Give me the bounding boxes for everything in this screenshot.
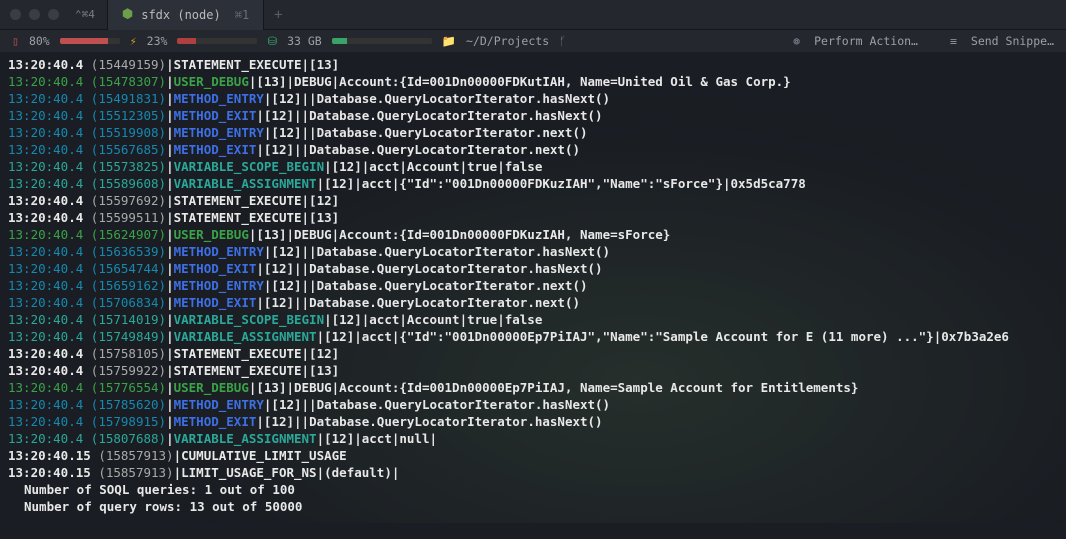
battery-bar bbox=[60, 38, 120, 44]
log-line: 13:20:40.4 (15785620)|METHOD_ENTRY|[12]|… bbox=[8, 396, 1058, 413]
cpu-pct: 23% bbox=[147, 34, 168, 48]
log-line: 13:20:40.4 (15776554)|USER_DEBUG|[13]|DE… bbox=[8, 379, 1058, 396]
zoom-icon[interactable] bbox=[48, 9, 59, 20]
menu-icon: ≡ bbox=[950, 34, 957, 48]
perform-action-link[interactable]: Perform Action… bbox=[814, 34, 918, 48]
node-icon: ⬢ bbox=[122, 7, 133, 22]
log-line: 13:20:40.4 (15714019)|VARIABLE_SCOPE_BEG… bbox=[8, 311, 1058, 328]
log-line: 13:20:40.4 (15758105)|STATEMENT_EXECUTE|… bbox=[8, 345, 1058, 362]
log-line: 13:20:40.15 (15857913)|CUMULATIVE_LIMIT_… bbox=[8, 447, 1058, 464]
log-line: 13:20:40.4 (15659162)|METHOD_ENTRY|[12]|… bbox=[8, 277, 1058, 294]
log-line: 13:20:40.4 (15512305)|METHOD_EXIT|[12]||… bbox=[8, 107, 1058, 124]
disk-bar bbox=[332, 38, 432, 44]
close-icon[interactable] bbox=[10, 9, 21, 20]
log-line: 13:20:40.4 (15706834)|METHOD_EXIT|[12]||… bbox=[8, 294, 1058, 311]
log-line: 13:20:40.4 (15449159)|STATEMENT_EXECUTE|… bbox=[8, 56, 1058, 73]
tab-shortcut: ⌘1 bbox=[235, 8, 249, 22]
log-line: 13:20:40.4 (15654744)|METHOD_EXIT|[12]||… bbox=[8, 260, 1058, 277]
log-line: 13:20:40.4 (15573825)|VARIABLE_SCOPE_BEG… bbox=[8, 158, 1058, 175]
window-controls[interactable] bbox=[10, 9, 59, 20]
new-tab-button[interactable]: + bbox=[274, 7, 282, 23]
log-line: 13:20:40.4 (15599511)|STATEMENT_EXECUTE|… bbox=[8, 209, 1058, 226]
titlebar-shortcut: ⌃⌘4 bbox=[75, 8, 95, 21]
battery-pct: 80% bbox=[29, 34, 50, 48]
log-line: 13:20:40.4 (15798915)|METHOD_EXIT|[12]||… bbox=[8, 413, 1058, 430]
log-line: 13:20:40.4 (15759922)|STATEMENT_EXECUTE|… bbox=[8, 362, 1058, 379]
folder-icon: 📁 bbox=[442, 34, 456, 48]
log-line: 13:20:40.4 (15807688)|VARIABLE_ASSIGNMEN… bbox=[8, 430, 1058, 447]
log-line: 13:20:40.4 (15624907)|USER_DEBUG|[13]|DE… bbox=[8, 226, 1058, 243]
cpu-bar bbox=[177, 38, 257, 44]
limit-line: Number of SOQL queries: 1 out of 100 bbox=[8, 481, 1058, 498]
tab-sfdx[interactable]: ⬢ sfdx (node) ⌘1 bbox=[107, 0, 264, 30]
log-line: 13:20:40.4 (15597692)|STATEMENT_EXECUTE|… bbox=[8, 192, 1058, 209]
battery-icon: ▯ bbox=[12, 34, 19, 48]
branch-icon: ᚶ bbox=[559, 34, 566, 48]
disk-size: 33 GB bbox=[287, 34, 322, 48]
tab-label: sfdx (node) bbox=[141, 8, 220, 22]
disk-icon: ⛁ bbox=[267, 34, 277, 48]
log-line: 13:20:40.15 (15857913)|LIMIT_USAGE_FOR_N… bbox=[8, 464, 1058, 481]
gear-icon: ⊚ bbox=[793, 34, 800, 48]
terminal-output[interactable]: 13:20:40.4 (15449159)|STATEMENT_EXECUTE|… bbox=[0, 52, 1066, 523]
lightning-icon: ⚡ bbox=[130, 34, 137, 48]
send-snippet-link[interactable]: Send Snippe… bbox=[971, 34, 1054, 48]
log-line: 13:20:40.4 (15519908)|METHOD_ENTRY|[12]|… bbox=[8, 124, 1058, 141]
statusbar: ▯ 80% ⚡ 23% ⛁ 33 GB 📁 ~/D/Projects ᚶ ⊚ P… bbox=[0, 30, 1066, 52]
log-line: 13:20:40.4 (15567685)|METHOD_EXIT|[12]||… bbox=[8, 141, 1058, 158]
log-line: 13:20:40.4 (15478307)|USER_DEBUG|[13]|DE… bbox=[8, 73, 1058, 90]
limit-line: Number of query rows: 13 out of 50000 bbox=[8, 498, 1058, 515]
log-line: 13:20:40.4 (15636539)|METHOD_ENTRY|[12]|… bbox=[8, 243, 1058, 260]
log-line: 13:20:40.4 (15749849)|VARIABLE_ASSIGNMEN… bbox=[8, 328, 1058, 345]
minimize-icon[interactable] bbox=[29, 9, 40, 20]
log-line: 13:20:40.4 (15491831)|METHOD_ENTRY|[12]|… bbox=[8, 90, 1058, 107]
cwd-path: ~/D/Projects bbox=[466, 34, 549, 48]
log-line: 13:20:40.4 (15589608)|VARIABLE_ASSIGNMEN… bbox=[8, 175, 1058, 192]
titlebar: ⌃⌘4 ⬢ sfdx (node) ⌘1 + bbox=[0, 0, 1066, 30]
